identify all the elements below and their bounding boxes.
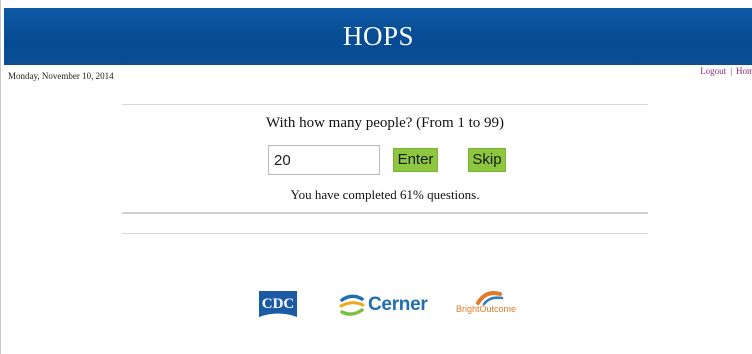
enter-button[interactable]: Enter — [393, 148, 438, 172]
page: HOPS Monday, November 10, 2014 Logout | Ho… — [0, 0, 752, 354]
current-date: Monday, November 10, 2014 — [8, 71, 114, 81]
cerner-logo-text: Cerner — [368, 294, 428, 315]
answer-input[interactable] — [268, 145, 380, 175]
cerner-logo: Cerner — [339, 292, 428, 318]
sponsor-logos: CDC Cerner BrightOutcome — [1, 286, 752, 326]
brightoutcome-logo-text: BrightOutcome — [456, 304, 517, 314]
progress-status: You have completed 61% questions. — [290, 187, 480, 202]
nav-separator: | — [730, 66, 732, 76]
brightoutcome-logo: BrightOutcome — [456, 288, 526, 320]
logout-link[interactable]: Logout — [700, 66, 726, 76]
top-nav: Logout | Home — [700, 66, 752, 76]
cerner-mark-icon — [339, 294, 365, 316]
bottom-divider — [122, 233, 648, 234]
cdc-logo-text: CDC — [262, 296, 295, 312]
skip-button[interactable]: Skip — [468, 148, 506, 172]
header-banner: HOPS — [4, 8, 752, 65]
home-link[interactable]: Home — [736, 66, 752, 76]
top-divider — [122, 104, 648, 105]
cdc-logo: CDC — [259, 291, 297, 317]
app-title: HOPS — [342, 21, 415, 51]
middle-divider — [122, 212, 648, 214]
question-prompt: With how many people? (From 1 to 99) — [265, 115, 505, 131]
